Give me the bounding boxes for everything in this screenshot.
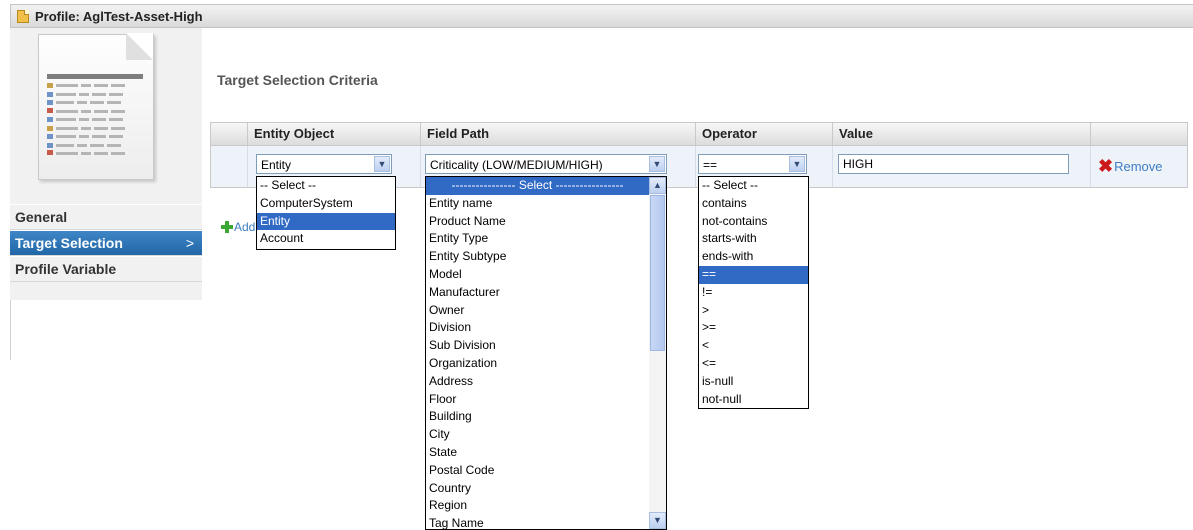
dropdown-option[interactable]: > [699, 302, 808, 320]
operator-value: == [703, 158, 718, 172]
dropdown-option[interactable]: Model [426, 266, 649, 284]
dropdown-option[interactable]: not-contains [699, 213, 808, 231]
dropdown-option[interactable]: Country [426, 480, 649, 498]
dropdown-option[interactable]: is-null [699, 373, 808, 391]
add-criteria-link[interactable]: Add [221, 220, 255, 234]
column-header-field-path: Field Path [420, 123, 695, 145]
entity-object-select[interactable]: Entity ▼ [256, 154, 392, 174]
field-path-select[interactable]: Criticality (LOW/MEDIUM/HIGH) ▼ [425, 154, 667, 174]
dropdown-option[interactable]: Building [426, 408, 649, 426]
dropdown-option[interactable]: Address [426, 373, 649, 391]
dropdown-option[interactable]: >= [699, 319, 808, 337]
column-header-entity-object: Entity Object [247, 123, 420, 145]
dropdown-option[interactable]: Entity Type [426, 230, 649, 248]
dropdown-option[interactable]: State [426, 444, 649, 462]
panel-divider [10, 300, 11, 360]
dropdown-option[interactable]: Postal Code [426, 462, 649, 480]
scroll-down-icon[interactable]: ▼ [649, 512, 666, 529]
window-title: Profile: AglTest-Asset-High [35, 9, 203, 24]
dropdown-option[interactable]: -- Select -- [257, 177, 395, 195]
plus-icon [221, 221, 233, 233]
value-input-field[interactable] [839, 155, 1068, 173]
profile-thumbnail-icon [38, 33, 162, 180]
left-panel: General Target Selection > Profile Varia… [10, 28, 202, 300]
entity-object-value: Entity [261, 158, 292, 172]
value-input[interactable] [838, 154, 1069, 174]
nav-item-target-selection[interactable]: Target Selection > [10, 230, 202, 256]
side-nav: General Target Selection > Profile Varia… [10, 204, 202, 282]
dropdown-option[interactable]: Account [257, 230, 395, 248]
dropdown-option[interactable]: Entity name [426, 195, 649, 213]
remove-label: Remove [1114, 158, 1163, 174]
field-path-value: Criticality (LOW/MEDIUM/HIGH) [430, 158, 603, 172]
entity-object-dropdown: -- Select -- ComputerSystem Entity Accou… [256, 176, 396, 250]
operator-dropdown: -- Select -- contains not-contains start… [698, 176, 809, 409]
dropdown-option[interactable]: -- Select -- [699, 177, 808, 195]
dropdown-option[interactable]: Region [426, 497, 649, 515]
scrollbar-thumb[interactable] [650, 195, 665, 351]
nav-item-label: Profile Variable [15, 261, 117, 277]
dropdown-option[interactable]: Product Name [426, 213, 649, 231]
dropdown-option[interactable]: ends-with [699, 248, 808, 266]
remove-button[interactable]: ✖ Remove [1098, 157, 1163, 175]
dropdown-option[interactable]: <= [699, 355, 808, 373]
dropdown-option[interactable]: Organization [426, 355, 649, 373]
column-header-actions [1090, 123, 1189, 145]
scroll-up-icon[interactable]: ▲ [649, 177, 666, 194]
dropdown-option-selected[interactable]: == [699, 265, 808, 284]
nav-item-profile-variable[interactable]: Profile Variable [10, 256, 202, 282]
document-icon [17, 10, 29, 23]
dropdown-option[interactable]: Entity Subtype [426, 248, 649, 266]
dropdown-option[interactable]: != [699, 284, 808, 302]
add-link-label: Add [234, 220, 256, 234]
dropdown-option[interactable]: Division [426, 319, 649, 337]
dropdown-option[interactable]: not-null [699, 391, 808, 408]
dropdown-option[interactable]: starts-with [699, 230, 808, 248]
chevron-right-icon: > [185, 235, 194, 251]
chevron-down-icon[interactable]: ▼ [789, 156, 805, 172]
column-header-value: Value [832, 123, 1090, 145]
dropdown-option[interactable]: ComputerSystem [257, 195, 395, 213]
dropdown-option-selected[interactable]: Entity [257, 212, 395, 231]
dropdown-option-selected[interactable]: ---------------- Select ----------------… [426, 177, 649, 195]
chevron-down-icon[interactable]: ▼ [374, 156, 390, 172]
dropdown-scrollbar[interactable]: ▲ ▼ [649, 177, 666, 529]
dropdown-option[interactable]: contains [699, 195, 808, 213]
nav-item-general[interactable]: General [10, 204, 202, 230]
grid-header: Entity Object Field Path Operator Value [210, 122, 1188, 146]
field-path-dropdown: ---------------- Select ----------------… [425, 176, 667, 530]
section-heading: Target Selection Criteria [217, 72, 378, 88]
chevron-down-icon[interactable]: ▼ [649, 156, 665, 172]
dropdown-option[interactable]: City [426, 426, 649, 444]
dropdown-option[interactable]: Floor [426, 391, 649, 409]
nav-item-label: Target Selection [15, 235, 123, 251]
dropdown-option[interactable]: < [699, 337, 808, 355]
dropdown-option[interactable]: Sub Division [426, 337, 649, 355]
close-icon: ✖ [1098, 156, 1114, 176]
dropdown-option[interactable]: Tag Name [426, 515, 649, 529]
window-title-bar: Profile: AglTest-Asset-High [10, 4, 1193, 28]
column-header-operator: Operator [695, 123, 832, 145]
dropdown-option[interactable]: Owner [426, 302, 649, 320]
nav-item-label: General [15, 209, 68, 225]
operator-select[interactable]: == ▼ [698, 154, 807, 174]
dropdown-option[interactable]: Manufacturer [426, 284, 649, 302]
